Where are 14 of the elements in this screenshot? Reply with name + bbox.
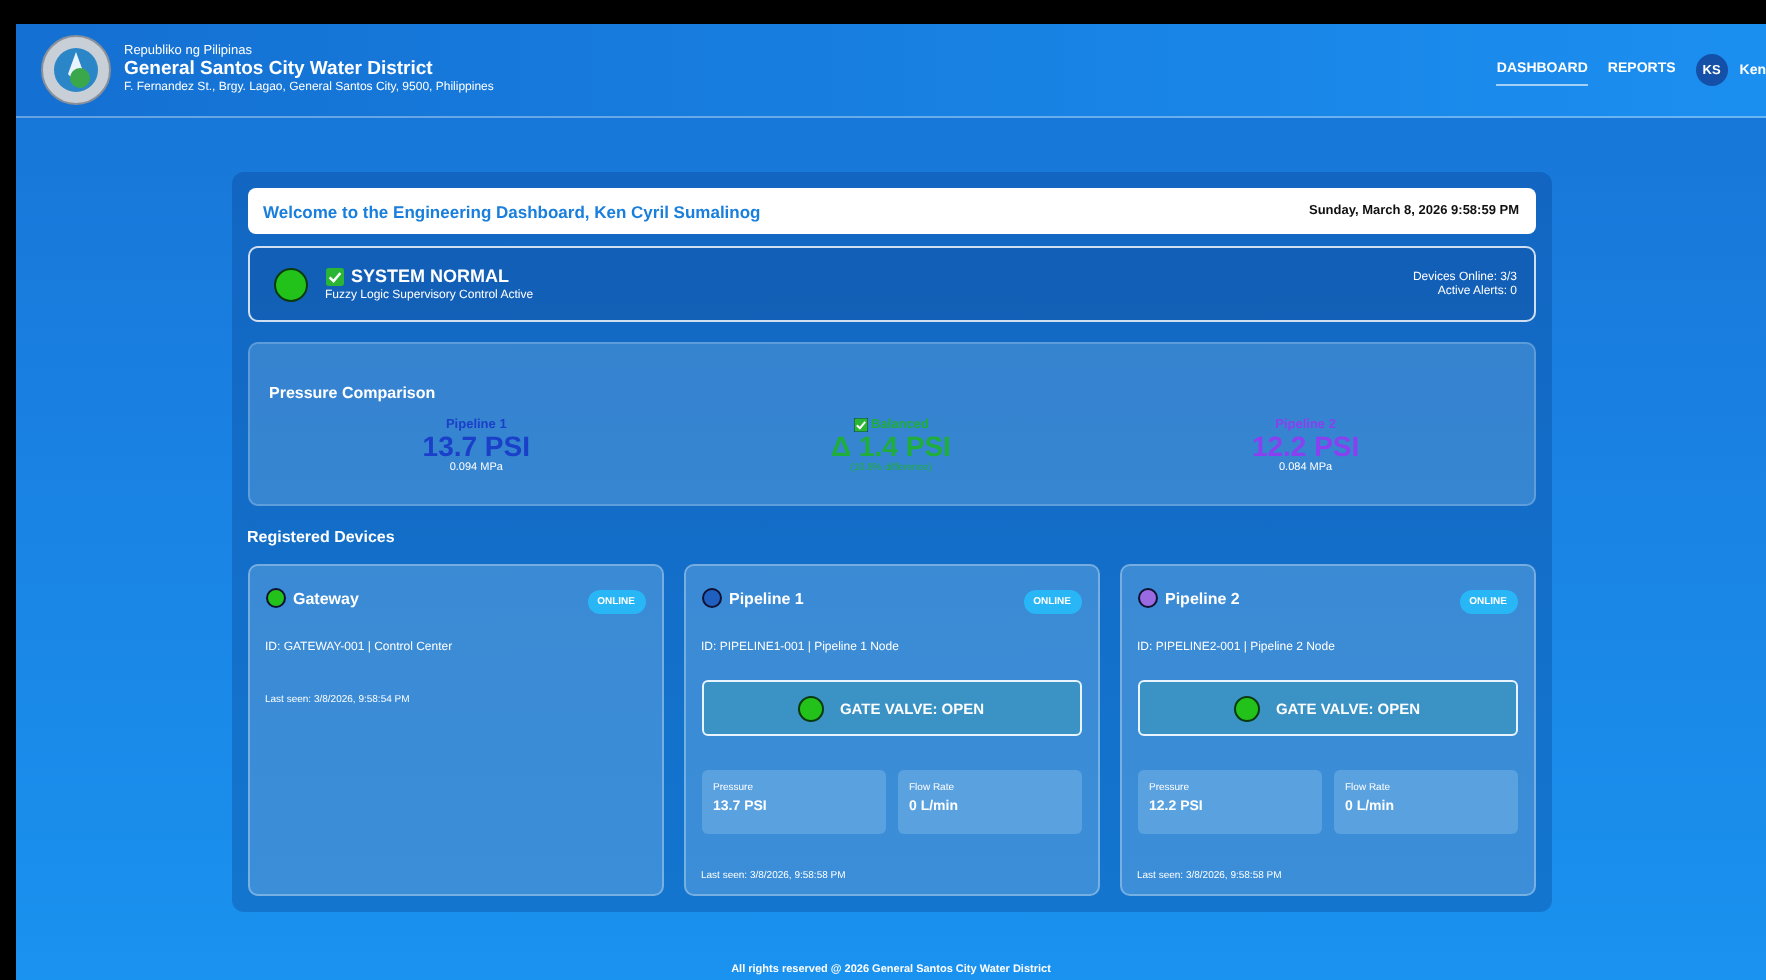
device-name: Pipeline 2 bbox=[1165, 589, 1240, 607]
pressure-value: 13.7 PSI bbox=[422, 432, 530, 462]
pressure-value: Δ 1.4 PSI bbox=[831, 432, 951, 462]
section-title: Pressure Comparison bbox=[269, 384, 436, 402]
device-name: Pipeline 1 bbox=[729, 589, 804, 607]
welcome-text: Welcome to the Engineering Dashboard, Ken Cyril Sumalinog bbox=[263, 201, 761, 221]
logo-icon bbox=[40, 34, 112, 106]
device-name: Gateway bbox=[293, 589, 359, 607]
org-title: General Santos City Water District bbox=[124, 59, 435, 81]
status-title: SYSTEM NORMAL bbox=[351, 266, 510, 286]
section-title: Registered Devices bbox=[247, 528, 397, 546]
check-icon bbox=[853, 418, 868, 432]
pressure-value: 12.2 PSI bbox=[1251, 432, 1360, 462]
check-icon bbox=[325, 267, 343, 285]
